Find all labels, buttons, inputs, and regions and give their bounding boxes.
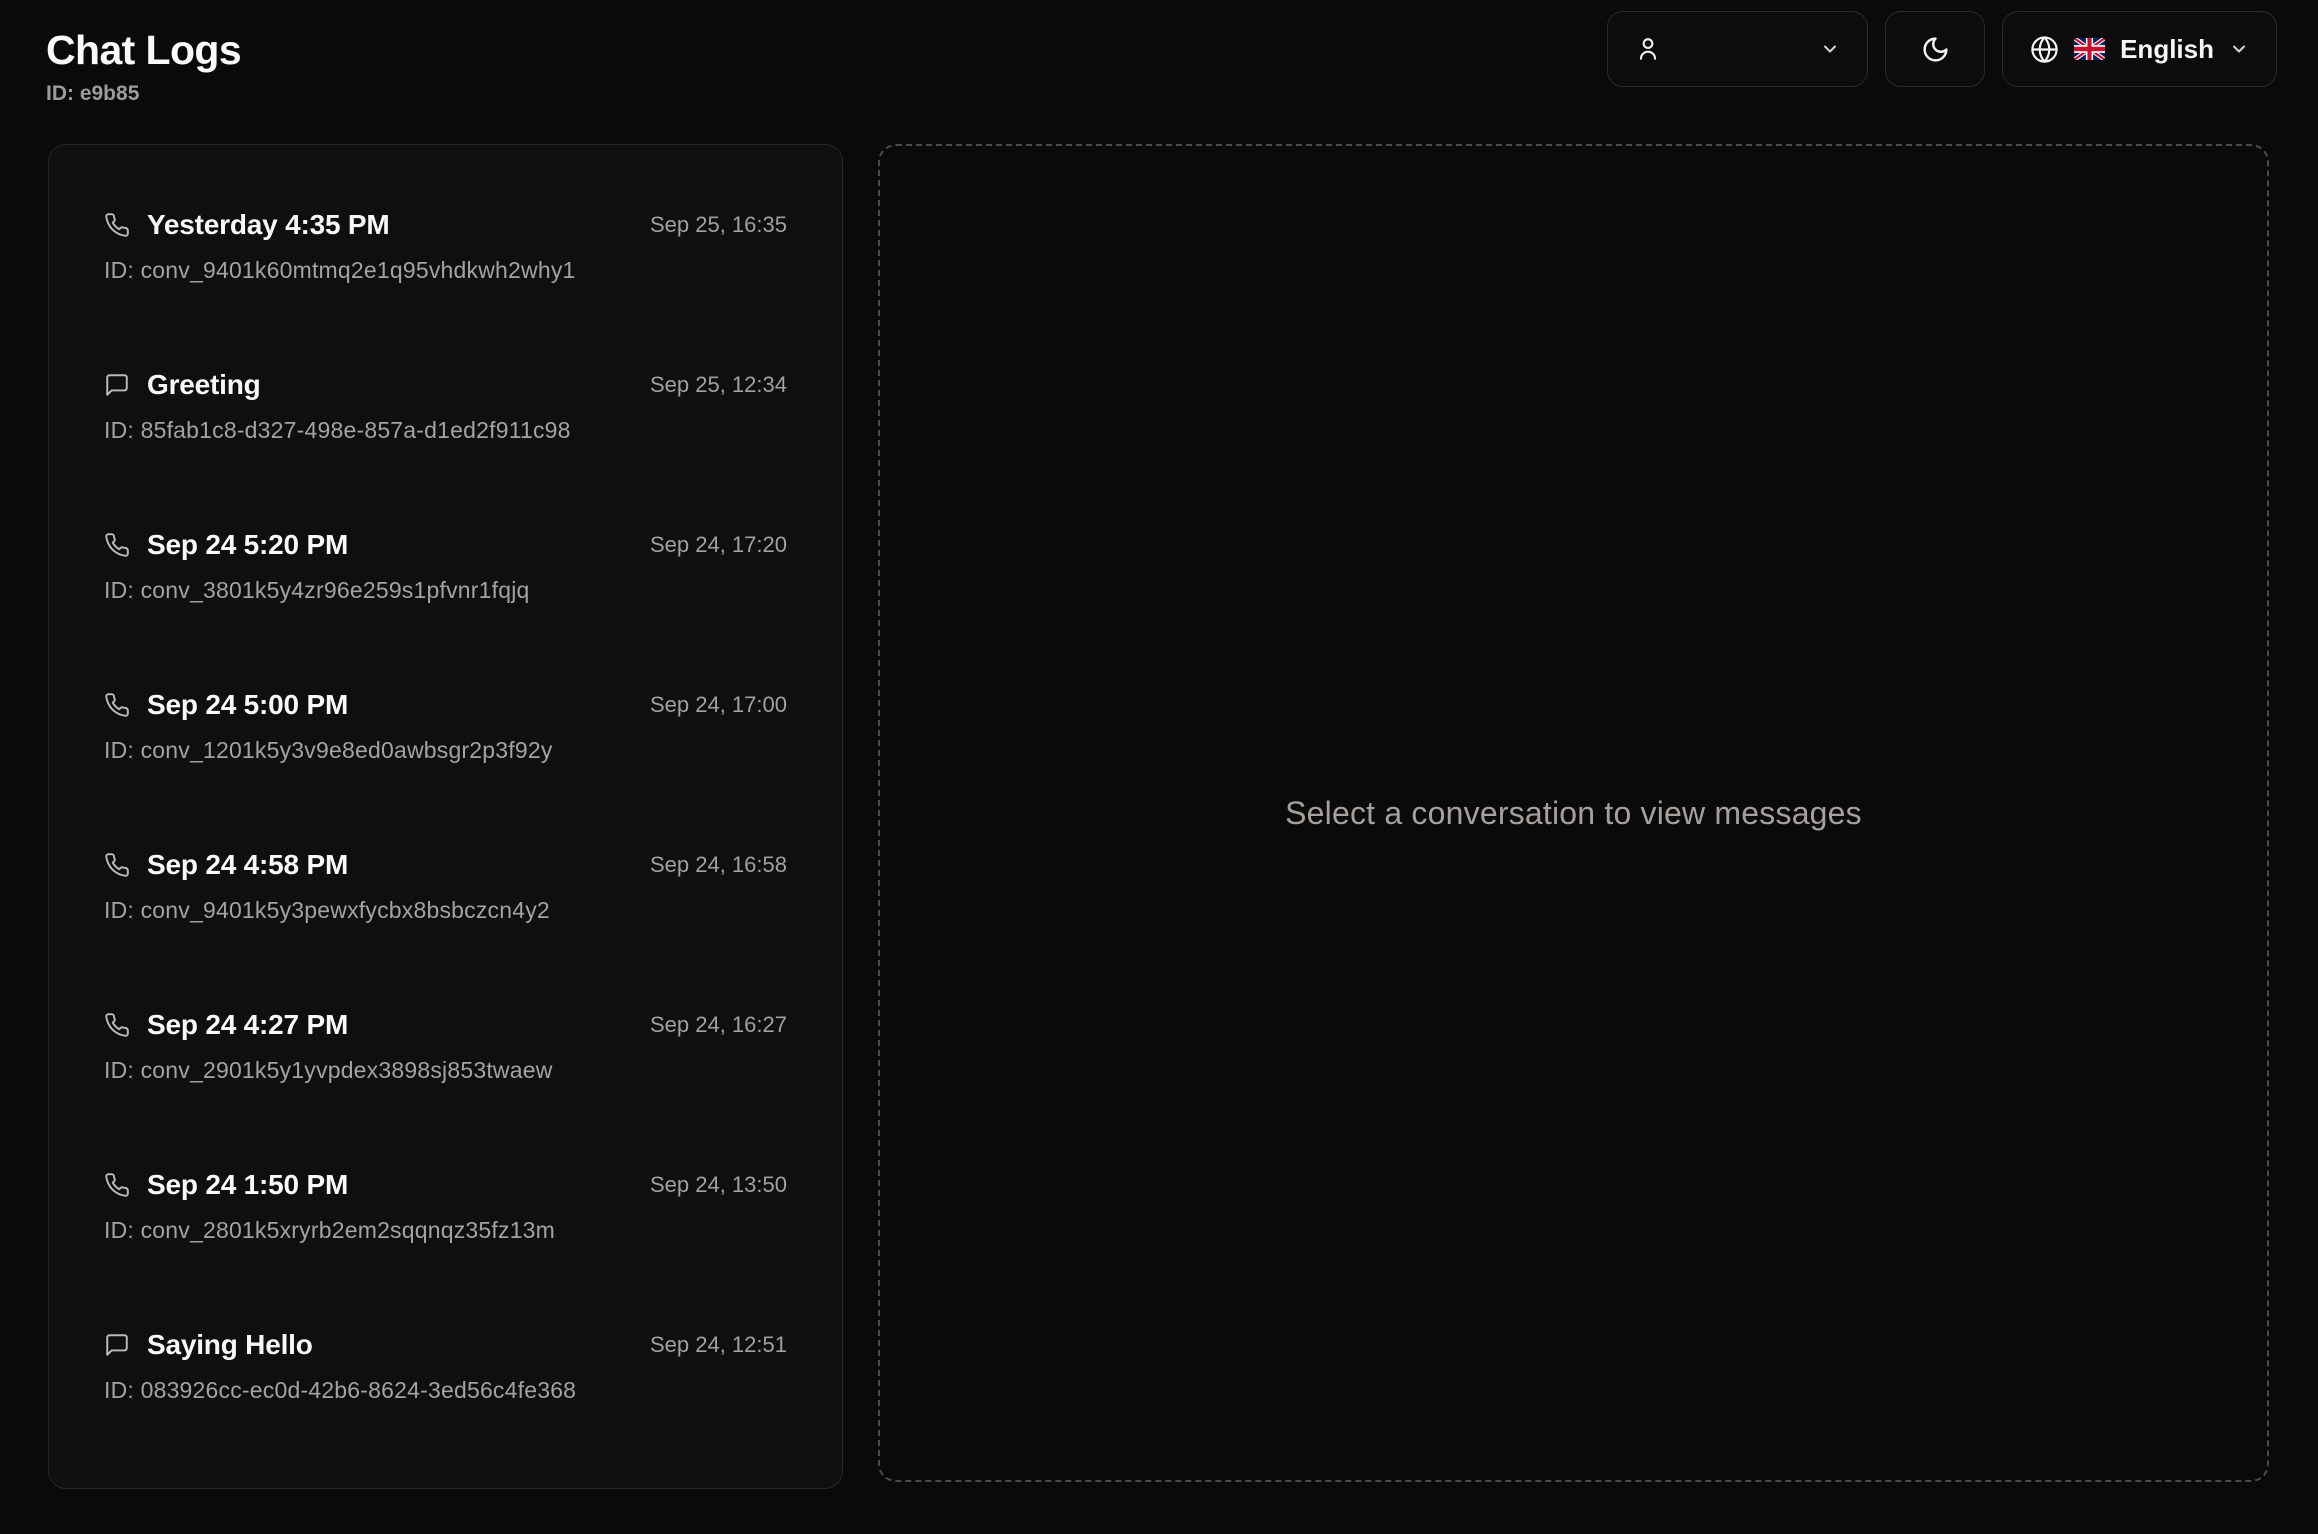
conversation-list-item[interactable]: Greeting Sep 25, 12:34 ID: 85fab1c8-d327… — [75, 341, 816, 471]
chat-bubble-icon — [104, 372, 130, 398]
conversation-list-item[interactable]: Sep 24 4:27 PM Sep 24, 16:27 ID: conv_29… — [75, 981, 816, 1111]
conversation-title: Sep 24 4:58 PM — [147, 847, 348, 883]
conversation-title: Sep 24 5:20 PM — [147, 527, 348, 563]
conversation-id: ID: conv_9401k5y3pewxfycbx8bsbczcn4y2 — [104, 896, 787, 925]
conversation-row: Yesterday 4:35 PM Sep 25, 16:35 — [104, 207, 787, 243]
phone-icon — [104, 1172, 130, 1198]
conversation-id: ID: 85fab1c8-d327-498e-857a-d1ed2f911c98 — [104, 416, 787, 445]
header-controls: English — [1607, 11, 2277, 87]
conversation-title: Sep 24 1:50 PM — [147, 1167, 348, 1203]
globe-icon — [2030, 35, 2059, 64]
conversation-timestamp: Sep 24, 16:27 — [650, 1011, 787, 1039]
user-menu-button[interactable] — [1607, 11, 1868, 87]
conversation-row: Sep 24 1:50 PM Sep 24, 13:50 — [104, 1167, 787, 1203]
theme-toggle-button[interactable] — [1885, 11, 1985, 87]
phone-icon — [104, 852, 130, 878]
chat-bubble-icon — [104, 1332, 130, 1358]
conversation-timestamp: Sep 24, 16:58 — [650, 851, 787, 879]
conversation-list-item[interactable]: Sep 24 5:00 PM Sep 24, 17:00 ID: conv_12… — [75, 661, 816, 791]
conversation-title: Greeting — [147, 367, 261, 403]
conversation-title: Saying Hello — [147, 1327, 313, 1363]
conversation-id: ID: conv_1201k5y3v9e8ed0awbsgr2p3f92y — [104, 736, 787, 765]
conversation-id: ID: conv_2901k5y1yvpdex3898sj853twaew — [104, 1056, 787, 1085]
conversation-title: Sep 24 4:27 PM — [147, 1007, 348, 1043]
conversation-timestamp: Sep 24, 17:20 — [650, 531, 787, 559]
language-menu-button[interactable]: English — [2002, 11, 2277, 87]
conversation-timestamp: Sep 25, 12:34 — [650, 371, 787, 399]
conversation-timestamp: Sep 24, 13:50 — [650, 1171, 787, 1199]
conversation-row: Greeting Sep 25, 12:34 — [104, 367, 787, 403]
phone-icon — [104, 532, 130, 558]
conversation-list-item[interactable]: Sep 24 5:20 PM Sep 24, 17:20 ID: conv_38… — [75, 501, 816, 631]
conversation-list-panel: Yesterday 4:35 PM Sep 25, 16:35 ID: conv… — [48, 144, 843, 1489]
conversation-list-item[interactable]: Sep 24 4:58 PM Sep 24, 16:58 ID: conv_94… — [75, 821, 816, 951]
language-menu-label: English — [2120, 34, 2214, 65]
conversation-id: ID: conv_2801k5xryrb2em2sqqnqz35fz13m — [104, 1216, 787, 1245]
conversation-row: Sep 24 4:58 PM Sep 24, 16:58 — [104, 847, 787, 883]
conversation-timestamp: Sep 25, 16:35 — [650, 211, 787, 239]
conversation-row: Sep 24 5:00 PM Sep 24, 17:00 — [104, 687, 787, 723]
conversation-title: Yesterday 4:35 PM — [147, 207, 390, 243]
phone-icon — [104, 1012, 130, 1038]
conversation-title: Sep 24 5:00 PM — [147, 687, 348, 723]
main-content: Yesterday 4:35 PM Sep 25, 16:35 ID: conv… — [0, 144, 2318, 1489]
conversation-list-item[interactable]: Yesterday 4:35 PM Sep 25, 16:35 ID: conv… — [75, 181, 816, 311]
conversation-list-item[interactable]: Sep 24 1:50 PM Sep 24, 13:50 ID: conv_28… — [75, 1141, 816, 1271]
conversation-id: ID: conv_9401k60mtmq2e1q95vhdkwh2why1 — [104, 256, 787, 285]
chevron-down-icon — [2229, 39, 2249, 59]
phone-icon — [104, 212, 130, 238]
conversation-timestamp: Sep 24, 12:51 — [650, 1331, 787, 1359]
phone-icon — [104, 692, 130, 718]
moon-icon — [1921, 35, 1950, 64]
top-bar: Chat Logs ID: e9b85 — [0, 0, 2318, 107]
conversation-row: Sep 24 5:20 PM Sep 24, 17:20 — [104, 527, 787, 563]
empty-state-message: Select a conversation to view messages — [1285, 795, 1862, 832]
conversation-id: ID: conv_3801k5y4zr96e259s1pfvnr1fqjq — [104, 576, 787, 605]
uk-flag-icon — [2074, 38, 2105, 60]
messages-panel: Select a conversation to view messages — [878, 144, 2269, 1482]
conversation-row: Saying Hello Sep 24, 12:51 — [104, 1327, 787, 1363]
chevron-down-icon — [1820, 39, 1840, 59]
user-icon — [1635, 36, 1661, 62]
conversation-timestamp: Sep 24, 17:00 — [650, 691, 787, 719]
conversation-id: ID: 083926cc-ec0d-42b6-8624-3ed56c4fe368 — [104, 1376, 787, 1405]
conversation-row: Sep 24 4:27 PM Sep 24, 16:27 — [104, 1007, 787, 1043]
conversation-list-item[interactable]: Saying Hello Sep 24, 12:51 ID: 083926cc-… — [75, 1301, 816, 1431]
